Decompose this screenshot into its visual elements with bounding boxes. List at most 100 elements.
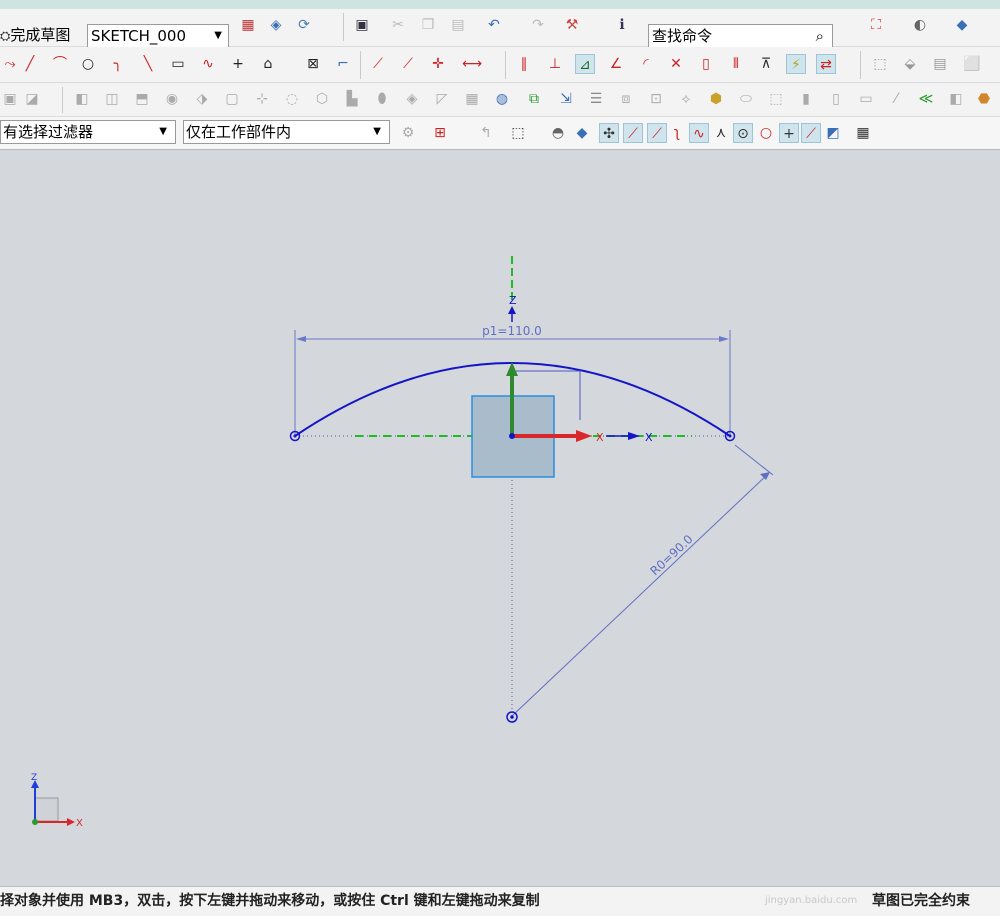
finish-sketch-button[interactable]: ⛭完成草图 xyxy=(0,24,70,46)
offset-face-icon[interactable]: ▮ xyxy=(796,89,816,109)
line-icon[interactable]: ╱ xyxy=(20,54,40,74)
extend-icon[interactable]: ⟋ xyxy=(368,54,388,74)
orient-to-sketch-icon[interactable]: ◈ xyxy=(266,15,286,35)
fillet-icon[interactable]: ╮ xyxy=(108,54,128,74)
radius-dimension-label[interactable]: R0=90.0 xyxy=(647,532,695,578)
derived-lines-icon[interactable]: ▤ xyxy=(930,54,950,74)
repeat-command-icon[interactable]: ⚒ xyxy=(562,15,582,35)
pattern-curve-icon[interactable]: ⬜ xyxy=(962,54,982,74)
rectangle-icon[interactable]: ▭ xyxy=(168,54,188,74)
measure-icon[interactable]: ⟡ xyxy=(676,89,696,109)
snap-control-point-icon[interactable]: ʅ xyxy=(667,123,687,143)
view-orientation-icon[interactable]: ◆ xyxy=(952,15,972,35)
update-model-icon[interactable]: ⟳ xyxy=(294,15,314,35)
prt-icon[interactable]: ⇲ xyxy=(556,89,576,109)
thread-icon[interactable]: ⬮ xyxy=(372,89,392,109)
alternate-solution-icon[interactable]: ⇄ xyxy=(816,54,836,74)
slot-icon[interactable]: ⬡ xyxy=(312,89,332,109)
snap-on-curve-icon[interactable]: ⟋ xyxy=(801,123,821,143)
select-feature-icon[interactable]: ⊞ xyxy=(430,123,450,143)
hole-icon[interactable]: ⬗ xyxy=(192,89,212,109)
point-icon[interactable]: + xyxy=(228,54,248,74)
layer-icon[interactable]: ⧈ xyxy=(616,89,636,109)
offset-curve-icon[interactable]: ⌂ xyxy=(258,54,278,74)
quick-trim-icon[interactable]: ⊠ xyxy=(303,54,323,74)
cylinder-icon[interactable]: ◫ xyxy=(102,89,122,109)
command-finder-icon[interactable]: ℹ xyxy=(612,15,632,35)
fit-view-icon[interactable]: ⛶ xyxy=(866,15,886,35)
auto-constraint-icon[interactable]: ✕ xyxy=(666,54,686,74)
tube-icon[interactable]: ⬭ xyxy=(736,89,756,109)
sew-icon[interactable]: ▯ xyxy=(826,89,846,109)
show-constraints-icon[interactable]: ▯ xyxy=(696,54,716,74)
sheet-icon[interactable]: ⬚ xyxy=(766,89,786,109)
snap-quadrant-icon[interactable]: ○ xyxy=(756,123,776,143)
select-curve-icon[interactable]: ↰ xyxy=(476,123,496,143)
scope-filter-select[interactable]: 仅在工作部件内 ▼ xyxy=(183,120,390,144)
convert-reference-icon[interactable]: ⊼ xyxy=(756,54,776,74)
sketch-origin-point[interactable] xyxy=(509,433,515,439)
render-style-icon[interactable]: ◐ xyxy=(910,15,930,35)
pad-icon[interactable]: ◌ xyxy=(282,89,302,109)
block-icon[interactable]: ◧ xyxy=(72,89,92,109)
continuous-auto-dimension-icon[interactable]: ⚡ xyxy=(786,54,806,74)
check-geometry-icon[interactable]: ≪ xyxy=(916,89,936,109)
shell-icon[interactable]: ◍ xyxy=(492,89,512,109)
snap-intersection-icon[interactable]: ∿ xyxy=(689,123,709,143)
animate-dimension-icon[interactable]: ⫴ xyxy=(726,54,746,74)
snap-midpoint-icon[interactable]: ⟋ xyxy=(647,123,667,143)
make-corner-icon[interactable]: ⌐ xyxy=(333,54,353,74)
unite-icon[interactable]: ⧉ xyxy=(524,89,544,109)
split-body-icon[interactable]: ⁄ xyxy=(886,89,906,109)
studio-spline-icon[interactable]: ∿ xyxy=(198,54,218,74)
undo-icon[interactable]: ↶ xyxy=(484,15,504,35)
snap-existing-point-icon[interactable]: + xyxy=(779,123,799,143)
geometric-constraints-icon[interactable]: ⊿ xyxy=(575,54,595,74)
perpendicular-dim-icon[interactable]: ⊥ xyxy=(545,54,565,74)
snap-on-face-icon[interactable]: ◩ xyxy=(823,123,843,143)
boss-icon[interactable]: ▢ xyxy=(222,89,242,109)
chamfer-icon[interactable]: ╲ xyxy=(138,54,158,74)
trim-body-icon[interactable]: ▭ xyxy=(856,89,876,109)
arc-icon[interactable]: ⌒ xyxy=(50,54,70,74)
part-navigator-icon[interactable]: ☰ xyxy=(586,89,606,109)
trim-icon[interactable]: ⟋ xyxy=(398,54,418,74)
sketch-canvas[interactable]: p1=110.0 Z X X R0=90.0 xyxy=(0,150,1000,886)
reattach-sketch-icon[interactable]: ▦ xyxy=(238,15,258,35)
chamfer-feature-icon[interactable]: ◸ xyxy=(432,89,452,109)
edge-blend-icon[interactable]: ◈ xyxy=(402,89,422,109)
material-icon[interactable]: ⬣ xyxy=(974,89,994,109)
snap-endpoint-icon[interactable]: ⟋ xyxy=(623,123,643,143)
rapid-dimension-icon[interactable]: ⟷ xyxy=(462,54,482,74)
rectangle-select-icon[interactable]: ⬚ xyxy=(508,123,528,143)
redo-icon[interactable]: ↷ xyxy=(528,15,548,35)
sketch-name-select[interactable]: SKETCH_000 ▼ xyxy=(87,24,229,48)
intersection-curve-icon[interactable]: ⬙ xyxy=(900,54,920,74)
sphere-icon[interactable]: ◉ xyxy=(162,89,182,109)
graphics-window[interactable]: p1=110.0 Z X X R0=90.0 Z X xyxy=(0,150,1000,886)
angular-dim-icon[interactable]: ∠ xyxy=(606,54,626,74)
snap-grid-icon[interactable]: ▦ xyxy=(853,123,873,143)
parallel-icon[interactable]: ∥ xyxy=(514,54,534,74)
cut-icon[interactable]: ✂ xyxy=(388,15,408,35)
revolve-icon[interactable]: ◪ xyxy=(22,89,42,109)
paste-icon[interactable]: ▤ xyxy=(448,15,468,35)
filter-settings-icon[interactable]: ⚙ xyxy=(398,123,418,143)
extrude-icon[interactable]: ▣ xyxy=(0,89,20,109)
select-face-icon[interactable]: ◆ xyxy=(572,123,592,143)
split-icon[interactable]: ✛ xyxy=(428,54,448,74)
cone-icon[interactable]: ⬒ xyxy=(132,89,152,109)
kf-icon[interactable]: ▦ xyxy=(462,89,482,109)
radius-dim-icon[interactable]: ◜ xyxy=(636,54,656,74)
assembly-icon[interactable]: ⬢ xyxy=(706,89,726,109)
pocket-icon[interactable]: ⊹ xyxy=(252,89,272,109)
snap-all-icon[interactable]: ✣ xyxy=(599,123,619,143)
horizontal-dimension-label[interactable]: p1=110.0 xyxy=(482,324,542,338)
wave-icon[interactable]: ◧ xyxy=(946,89,966,109)
groove-icon[interactable]: ▙ xyxy=(342,89,362,109)
profile-icon[interactable]: ⤳ xyxy=(0,54,20,74)
project-curve-icon[interactable]: ⬚ xyxy=(870,54,890,74)
circle-icon[interactable]: ○ xyxy=(78,54,98,74)
snap-tangent-icon[interactable]: ⋏ xyxy=(711,123,731,143)
snap-arc-center-icon[interactable]: ⊙ xyxy=(733,123,753,143)
